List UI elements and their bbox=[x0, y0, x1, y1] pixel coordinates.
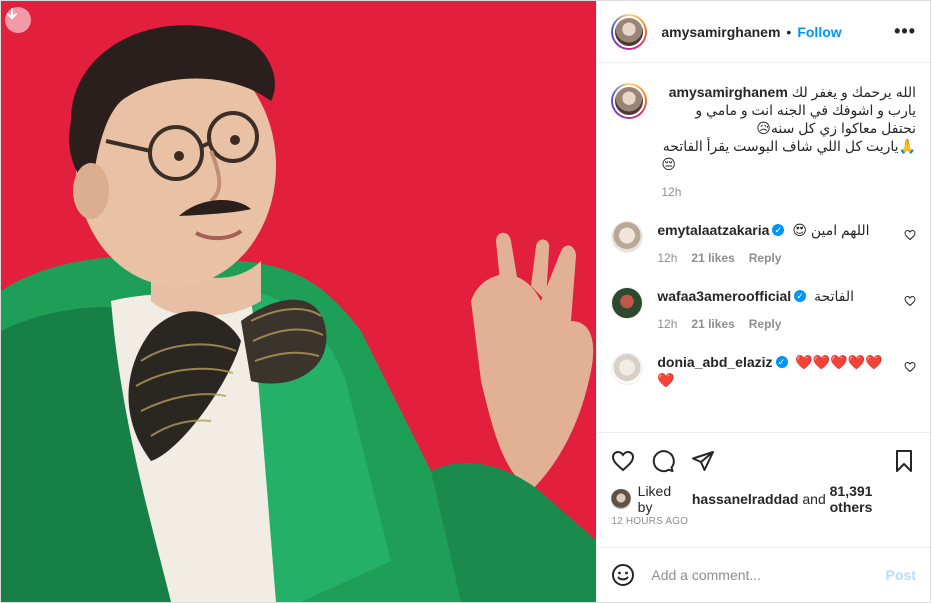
post-header: amysamirghanem • Follow ••• bbox=[597, 1, 930, 63]
commenter-avatar[interactable] bbox=[611, 221, 644, 253]
post-photo[interactable] bbox=[1, 1, 597, 602]
heart-icon[interactable] bbox=[611, 449, 635, 473]
commenter-avatar[interactable] bbox=[611, 287, 644, 319]
comment-time[interactable]: 12h bbox=[657, 317, 677, 331]
caption-username[interactable]: amysamirghanem bbox=[669, 84, 788, 100]
author-username[interactable]: amysamirghanem bbox=[661, 24, 780, 40]
comment-likes[interactable]: 21 likes bbox=[691, 317, 734, 331]
like-comment-heart-icon[interactable] bbox=[904, 229, 916, 241]
emoji-icon[interactable] bbox=[611, 563, 635, 587]
more-icon[interactable]: ••• bbox=[894, 21, 916, 42]
comment-time[interactable]: 12h bbox=[657, 251, 677, 265]
comment-text: اللهم امين 😍 bbox=[792, 222, 870, 238]
caption-line-5: 😔 bbox=[661, 156, 676, 172]
like-comment-heart-icon[interactable] bbox=[904, 361, 916, 373]
download-button[interactable] bbox=[5, 7, 31, 33]
liker-username[interactable]: hassanelraddad bbox=[692, 491, 799, 507]
comment-text: الفاتحة bbox=[814, 288, 855, 304]
comment-item: donia_abd_elaziz ✓ ❤️❤️❤️❤️❤️ ❤️ bbox=[611, 353, 916, 389]
author-avatar[interactable] bbox=[611, 13, 648, 50]
download-icon bbox=[7, 8, 17, 20]
caption-avatar[interactable] bbox=[611, 83, 648, 119]
verified-badge-icon: ✓ bbox=[794, 290, 807, 303]
post-sidebar: amysamirghanem • Follow ••• الله يرحمك و… bbox=[596, 1, 930, 602]
comment-item: wafaa3ameroofficial ✓ الفاتحة 12h 21 like… bbox=[611, 287, 916, 331]
action-bar bbox=[597, 432, 930, 488]
reply-button[interactable]: Reply bbox=[749, 317, 782, 331]
portrait-illustration bbox=[1, 1, 597, 602]
comment-text: ❤️❤️❤️❤️❤️ bbox=[795, 354, 883, 370]
commenter-avatar[interactable] bbox=[611, 353, 644, 385]
verified-badge-icon: ✓ bbox=[772, 224, 785, 237]
comment-text-continued: ❤️ bbox=[657, 372, 675, 388]
reply-button[interactable]: Reply bbox=[749, 251, 782, 265]
post-timestamp[interactable]: 12 HOURS AGO bbox=[597, 510, 930, 538]
caption-meta: 12h bbox=[661, 185, 916, 199]
comment-item: emytalaatzakaria ✓ اللهم امين 😍 12h 21 li… bbox=[611, 221, 916, 265]
caption-line-2: يارب و اشوفك في الجنه انت و مامي و bbox=[695, 102, 916, 118]
likes-joiner: and bbox=[802, 491, 826, 507]
separator-dot: • bbox=[786, 23, 792, 40]
likes-summary[interactable]: Liked by hassanelraddad and 81,391 other… bbox=[597, 483, 930, 515]
comment-likes[interactable]: 21 likes bbox=[691, 251, 734, 265]
commenter-username[interactable]: wafaa3ameroofficial bbox=[657, 288, 791, 304]
liker-avatar[interactable] bbox=[611, 489, 631, 509]
follow-button[interactable]: Follow bbox=[797, 24, 841, 40]
post-dialog: amysamirghanem • Follow ••• الله يرحمك و… bbox=[0, 0, 931, 603]
caption-line-4: 🙏ياريت كل اللي شاف البوست يقرأ الفاتحه bbox=[662, 138, 916, 154]
post-comment-button[interactable]: Post bbox=[886, 567, 916, 583]
comments-list[interactable]: الله يرحمك و يغفر لك amysamirghanem يارب… bbox=[597, 63, 930, 432]
bookmark-icon[interactable] bbox=[892, 449, 916, 473]
comment-icon[interactable] bbox=[651, 449, 676, 473]
commenter-username[interactable]: donia_abd_elaziz bbox=[657, 354, 772, 370]
like-comment-heart-icon[interactable] bbox=[904, 295, 916, 307]
caption-line-1: الله يرحمك و يغفر لك amysamirghanem bbox=[661, 83, 916, 101]
post-caption: الله يرحمك و يغفر لك amysamirghanem يارب… bbox=[611, 83, 916, 199]
caption-line-3: نحتفل معاكوا زي كل سنه😥 bbox=[756, 120, 916, 136]
add-comment-bar: Add a comment... Post bbox=[597, 547, 930, 602]
share-icon[interactable] bbox=[691, 449, 715, 473]
caption-text-1: الله يرحمك و يغفر لك bbox=[791, 84, 916, 100]
caption-time: 12h bbox=[661, 185, 682, 199]
commenter-username[interactable]: emytalaatzakaria bbox=[657, 222, 769, 238]
comment-input[interactable]: Add a comment... bbox=[651, 567, 885, 583]
verified-badge-icon: ✓ bbox=[775, 356, 788, 369]
